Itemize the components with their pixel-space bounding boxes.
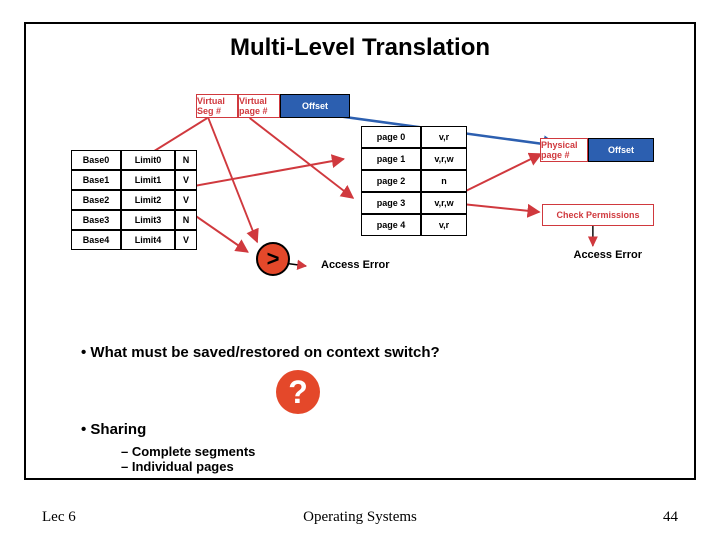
sub-bullet: Complete segments [121, 444, 654, 459]
seg-valid: V [175, 230, 197, 250]
va-page-cell: Virtual page # [238, 94, 280, 118]
pt-perm: v,r,w [421, 192, 467, 214]
physical-address-box: Physical page # Offset [540, 138, 654, 162]
pt-perm: v,r [421, 214, 467, 236]
bullet-list: What must be saved/restored on context s… [81, 344, 654, 474]
seg-limit: Limit0 [121, 150, 175, 170]
seg-valid: V [175, 190, 197, 210]
segment-table: Base0Limit0N Base1Limit1V Base2Limit2V B… [71, 150, 197, 250]
pt-page: page 2 [361, 170, 421, 192]
virtual-address-box: Virtual Seg # Virtual page # Offset [196, 94, 350, 118]
seg-valid: N [175, 210, 197, 230]
footer-center: Operating Systems [303, 509, 417, 526]
seg-valid: V [175, 170, 197, 190]
va-offset-cell: Offset [280, 94, 350, 118]
phys-offset-cell: Offset [588, 138, 654, 162]
check-permissions-box: Check Permissions [542, 204, 654, 226]
pt-perm: n [421, 170, 467, 192]
question-mark-icon: ? [276, 370, 320, 414]
bullet-sharing: Sharing [81, 421, 654, 438]
seg-limit: Limit1 [121, 170, 175, 190]
slide-frame: Multi-Level Translation [24, 22, 696, 480]
footer-left: Lec 6 [42, 509, 76, 526]
seg-base: Base2 [71, 190, 121, 210]
check-permissions-label: Check Permissions [542, 204, 654, 226]
pt-page: page 4 [361, 214, 421, 236]
comparator-icon: > [256, 242, 290, 276]
seg-base: Base3 [71, 210, 121, 230]
pt-perm: v,r,w [421, 148, 467, 170]
seg-limit: Limit2 [121, 190, 175, 210]
seg-limit: Limit3 [121, 210, 175, 230]
slide-title: Multi-Level Translation [26, 34, 694, 62]
bullet-context-switch: What must be saved/restored on context s… [81, 344, 654, 361]
pt-perm: v,r [421, 126, 467, 148]
seg-base: Base0 [71, 150, 121, 170]
seg-base: Base4 [71, 230, 121, 250]
phys-page-cell: Physical page # [540, 138, 588, 162]
seg-valid: N [175, 150, 197, 170]
seg-limit: Limit4 [121, 230, 175, 250]
page-table: page 0v,r page 1v,r,w page 2n page 3v,r,… [361, 126, 467, 236]
translation-diagram: Virtual Seg # Virtual page # Offset Base… [71, 94, 654, 314]
va-seg-cell: Virtual Seg # [196, 94, 238, 118]
pt-page: page 1 [361, 148, 421, 170]
access-error-label: Access Error [574, 249, 643, 261]
slide-footer: Lec 6 Operating Systems 44 [0, 509, 720, 526]
sub-bullet: Individual pages [121, 459, 654, 474]
seg-base: Base1 [71, 170, 121, 190]
footer-page-number: 44 [663, 509, 678, 526]
pt-page: page 3 [361, 192, 421, 214]
access-error-label: Access Error [321, 259, 390, 271]
pt-page: page 0 [361, 126, 421, 148]
